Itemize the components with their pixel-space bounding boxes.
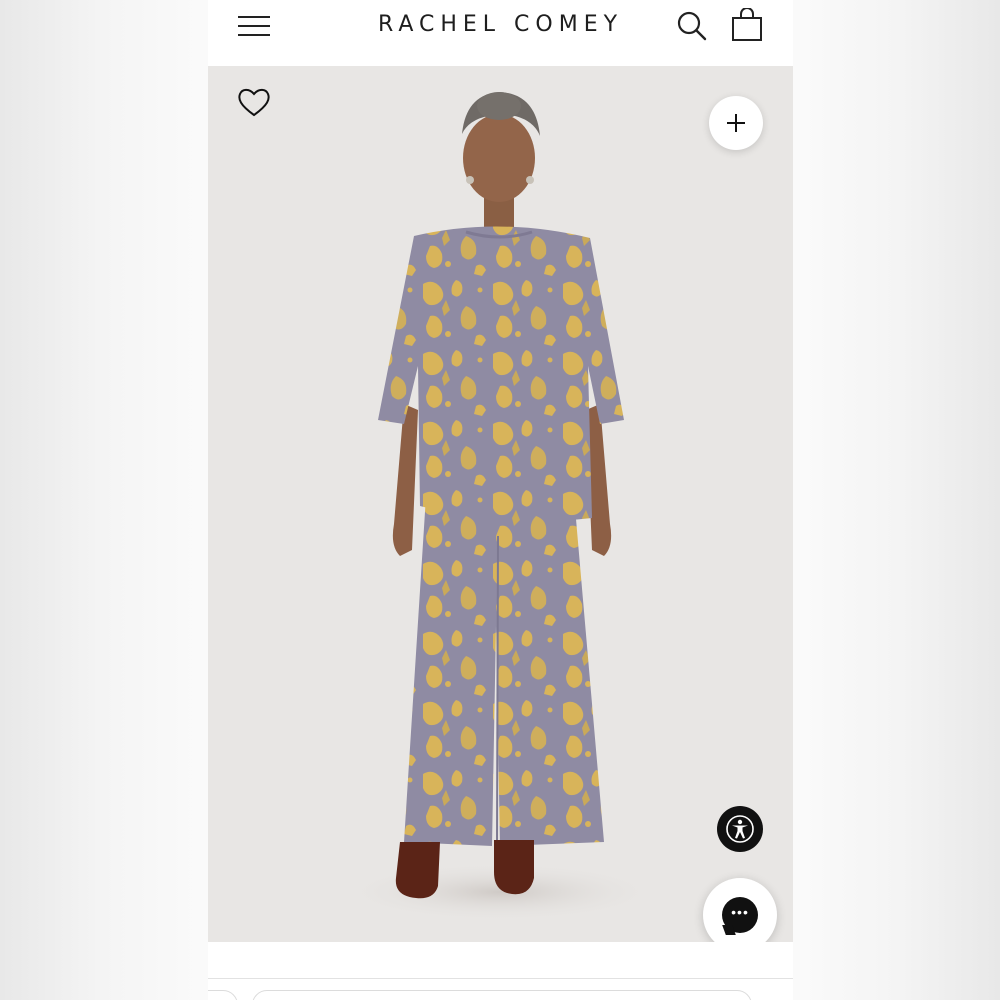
model-photo <box>340 92 660 922</box>
accessibility-icon <box>726 815 754 843</box>
site-header: RACHEL COMEY <box>208 0 793 66</box>
mobile-viewport: RACHEL COMEY ••• <box>208 0 793 1000</box>
add-button[interactable] <box>709 96 763 150</box>
chat-button[interactable]: ••• <box>703 878 777 942</box>
divider <box>208 978 793 979</box>
accessibility-button[interactable] <box>717 806 763 852</box>
search-icon[interactable] <box>676 10 708 42</box>
chat-bubble-icon: ••• <box>722 897 758 933</box>
bottom-panel <box>208 942 793 1000</box>
heart-icon[interactable] <box>236 86 272 118</box>
shopping-bag-icon[interactable] <box>730 8 764 42</box>
product-image[interactable]: ••• <box>208 66 793 942</box>
pill-button-main[interactable] <box>252 990 752 1000</box>
pill-button-left[interactable] <box>208 990 238 1000</box>
plus-icon <box>727 114 745 132</box>
